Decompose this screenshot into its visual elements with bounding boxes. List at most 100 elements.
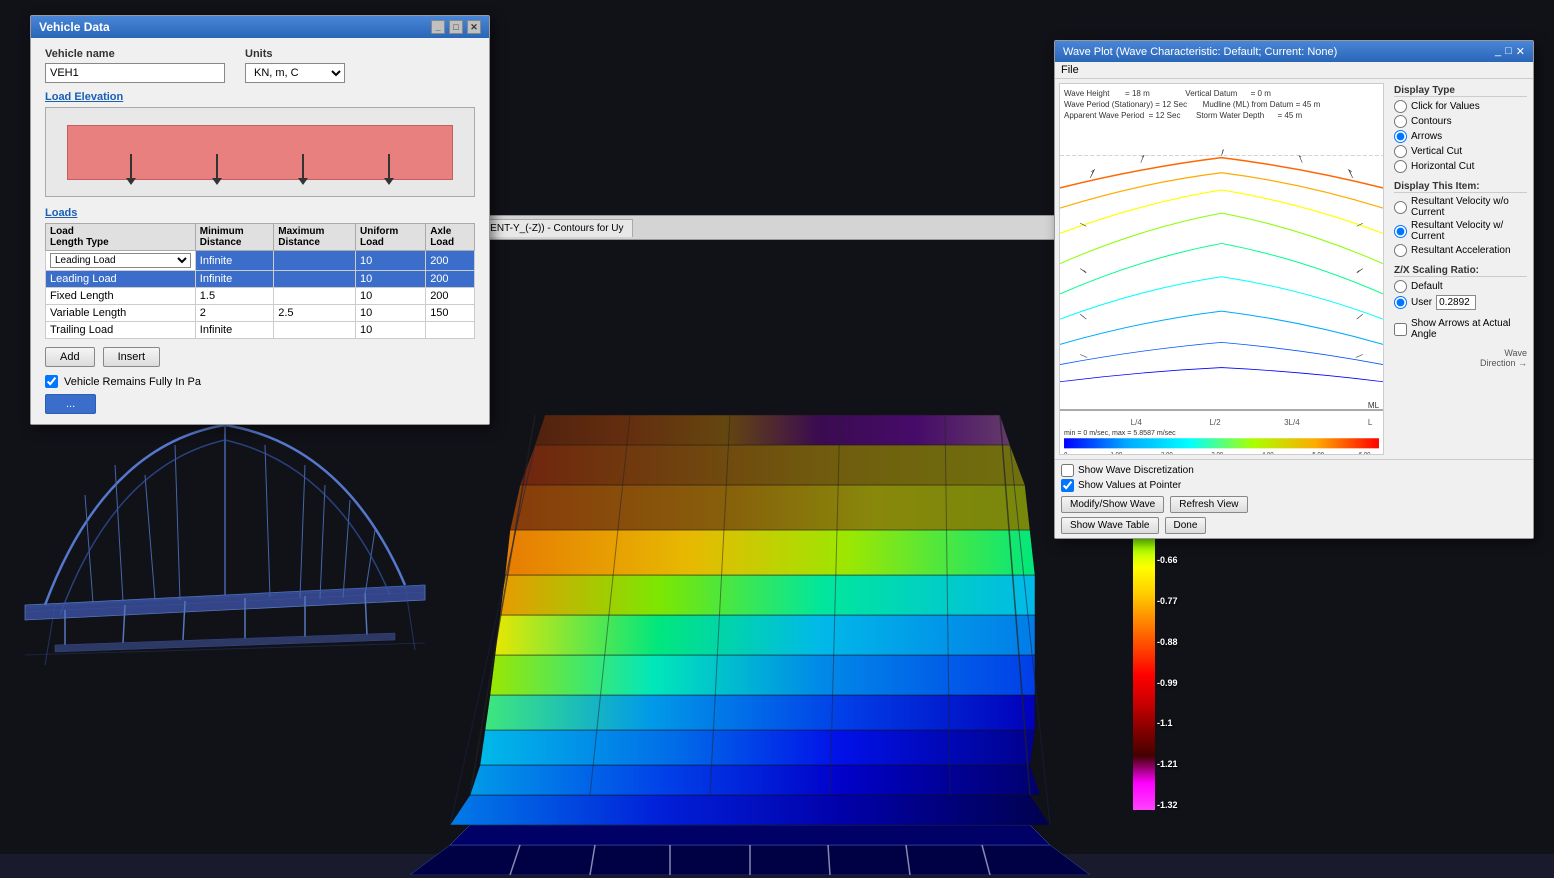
wave-menu-file[interactable]: File [1061,64,1079,76]
min-dist-variable: 2 [195,305,273,322]
radio-zx-default[interactable]: Default [1394,280,1527,293]
wave-minimize-icon[interactable]: _ [1495,45,1501,58]
show-wave-disc-checkbox[interactable] [1061,464,1074,477]
radio-arrows[interactable]: Arrows [1394,130,1527,143]
wave-titlebar-controls[interactable]: _ □ ✕ [1495,45,1525,58]
loads-table: LoadLength Type MinimumDistance MaximumD… [45,223,475,339]
wave-body: Wave Height = 18 m Vertical Datum = 0 m … [1055,79,1533,459]
type-cell-leading: Leading Load [46,271,196,288]
svg-text:min = 0 m/sec, max = 5.8587 m/: min = 0 m/sec, max = 5.8587 m/sec [1064,430,1176,437]
axle-variable: 150 [426,305,475,322]
radio-resultant-wo[interactable]: Resultant Velocity w/o Current [1394,196,1527,218]
wave-action-buttons: Modify/Show Wave Refresh View [1061,496,1527,513]
table-action-buttons: Add Insert [45,347,475,367]
radio-horizontal-cut[interactable]: Horizontal Cut [1394,160,1527,173]
vehicle-name-input[interactable] [45,63,225,83]
wave-menubar[interactable]: File [1055,62,1533,79]
show-wave-disc-text: Show Wave Discretization [1078,465,1194,476]
svg-text:1.00: 1.00 [1110,452,1122,455]
modify-show-wave-btn[interactable]: Modify/Show Wave [1061,496,1164,513]
show-values-label[interactable]: Show Values at Pointer [1061,479,1181,492]
max-dist-trailing [274,322,356,339]
svg-text:4.00: 4.00 [1262,452,1274,455]
wave-dialog-title: Wave Plot (Wave Characteristic: Default;… [1063,46,1337,58]
table-row-trailing[interactable]: Trailing Load Infinite 10 [46,322,475,339]
display-type-title: Display Type [1394,85,1527,97]
display-item-radios: Resultant Velocity w/o Current Resultant… [1394,196,1527,257]
vehicle-dialog-title: Vehicle Data [39,20,110,34]
svg-text:3.00: 3.00 [1211,452,1223,455]
type-cell-fixed: Fixed Length [46,288,196,305]
wave-controls-panel: Display Type Click for Values Contours A… [1388,79,1533,459]
wave-maximize-icon[interactable]: □ [1505,45,1512,58]
vehicle-dialog-content: Vehicle name Units KN, m, C kN, mm, C ki… [31,38,489,424]
table-row-leading[interactable]: Leading Load Infinite 10 200 [46,271,475,288]
radio-contours[interactable]: Contours [1394,115,1527,128]
wave-plot-area: Wave Height = 18 m Vertical Datum = 0 m … [1059,83,1384,455]
table-row-variable[interactable]: Variable Length 2 2.5 10 150 [46,305,475,322]
units-label: Units [245,48,345,60]
insert-button[interactable]: Insert [103,347,161,367]
axle-load-cell[interactable]: 200 [426,251,475,271]
vehicle-remains-checkbox[interactable] [45,375,58,388]
axle-leading: 200 [426,271,475,288]
axle-trailing [426,322,475,339]
show-arrows-checkbox[interactable] [1394,323,1407,336]
load-elevation-label: Load Elevation [45,91,475,103]
uniform-load-cell[interactable]: 10 [355,251,425,271]
svg-text:2.00: 2.00 [1161,452,1173,455]
vehicle-remains-row: Vehicle Remains Fully In Pa [45,375,475,388]
table-row-fixed[interactable]: Fixed Length 1.5 10 200 [46,288,475,305]
show-arrows-label: Show Arrows at Actual Angle [1411,318,1527,340]
vehicle-dialog-titlebar[interactable]: Vehicle Data _ □ ✕ [31,16,489,38]
maximize-btn[interactable]: □ [449,20,463,34]
show-values-row: Show Values at Pointer [1061,479,1527,492]
max-dist-cell[interactable] [274,251,356,271]
col-header-type: LoadLength Type [46,224,196,251]
refresh-view-btn[interactable]: Refresh View [1170,496,1247,513]
done-btn[interactable]: Done [1165,517,1207,534]
titlebar-controls[interactable]: _ □ ✕ [431,20,481,34]
min-dist-cell[interactable]: Infinite [195,251,273,271]
wave-secondary-buttons: Show Wave Table Done [1061,517,1527,534]
min-dist-fixed: 1.5 [195,288,273,305]
wave-info-text: Wave Height = 18 m Vertical Datum = 0 m … [1064,88,1320,122]
zx-user-input[interactable] [1436,295,1476,310]
uniform-variable: 10 [355,305,425,322]
uniform-leading: 10 [355,271,425,288]
col-header-max: MaximumDistance [274,224,356,251]
svg-text:L/4: L/4 [1131,418,1143,427]
close-btn[interactable]: ✕ [467,20,481,34]
table-row[interactable]: Leading Load Fixed Length Variable Lengt… [46,251,475,271]
add-button[interactable]: Add [45,347,95,367]
show-arrows-checkbox-row[interactable]: Show Arrows at Actual Angle [1394,318,1527,340]
axle-fixed: 200 [426,288,475,305]
loads-section: Loads LoadLength Type MinimumDistance Ma… [45,207,475,339]
show-wave-disc-label[interactable]: Show Wave Discretization [1061,464,1194,477]
wave-close-icon[interactable]: ✕ [1516,45,1525,58]
type-cell-trailing: Trailing Load [46,322,196,339]
contour-window-header: ned Shape (06.4_VENT-Y_(-Z)) - Contours … [390,215,1140,240]
units-select[interactable]: KN, m, C kN, mm, C kip, ft, F [245,63,345,83]
vehicle-name-units-row: Vehicle name Units KN, m, C kN, mm, C ki… [45,48,475,83]
svg-text:L: L [1368,418,1373,427]
radio-resultant-w[interactable]: Resultant Velocity w/ Current [1394,220,1527,242]
zx-scaling-radios: Default User [1394,280,1527,310]
radio-vertical-cut[interactable]: Vertical Cut [1394,145,1527,158]
radio-zx-user[interactable]: User [1394,295,1527,310]
svg-text:3L/4: 3L/4 [1284,418,1300,427]
minimize-btn[interactable]: _ [431,20,445,34]
show-values-checkbox[interactable] [1061,479,1074,492]
type-dropdown-cell[interactable]: Leading Load Fixed Length Variable Lengt… [46,251,196,271]
max-dist-fixed [274,288,356,305]
radio-click-values[interactable]: Click for Values [1394,100,1527,113]
wave-dialog-titlebar[interactable]: Wave Plot (Wave Characteristic: Default;… [1055,41,1533,62]
show-arrows-section: Show Arrows at Actual Angle [1394,318,1527,340]
radio-resultant-acc[interactable]: Resultant Acceleration [1394,244,1527,257]
load-type-select[interactable]: Leading Load Fixed Length Variable Lengt… [50,253,191,268]
vehicle-data-dialog: Vehicle Data _ □ ✕ Vehicle name Units KN… [30,15,490,425]
load-arrow-2 [216,154,218,179]
col-header-axle: AxleLoad [426,224,475,251]
ellipsis-button[interactable]: ... [45,394,96,414]
show-wave-table-btn[interactable]: Show Wave Table [1061,517,1159,534]
